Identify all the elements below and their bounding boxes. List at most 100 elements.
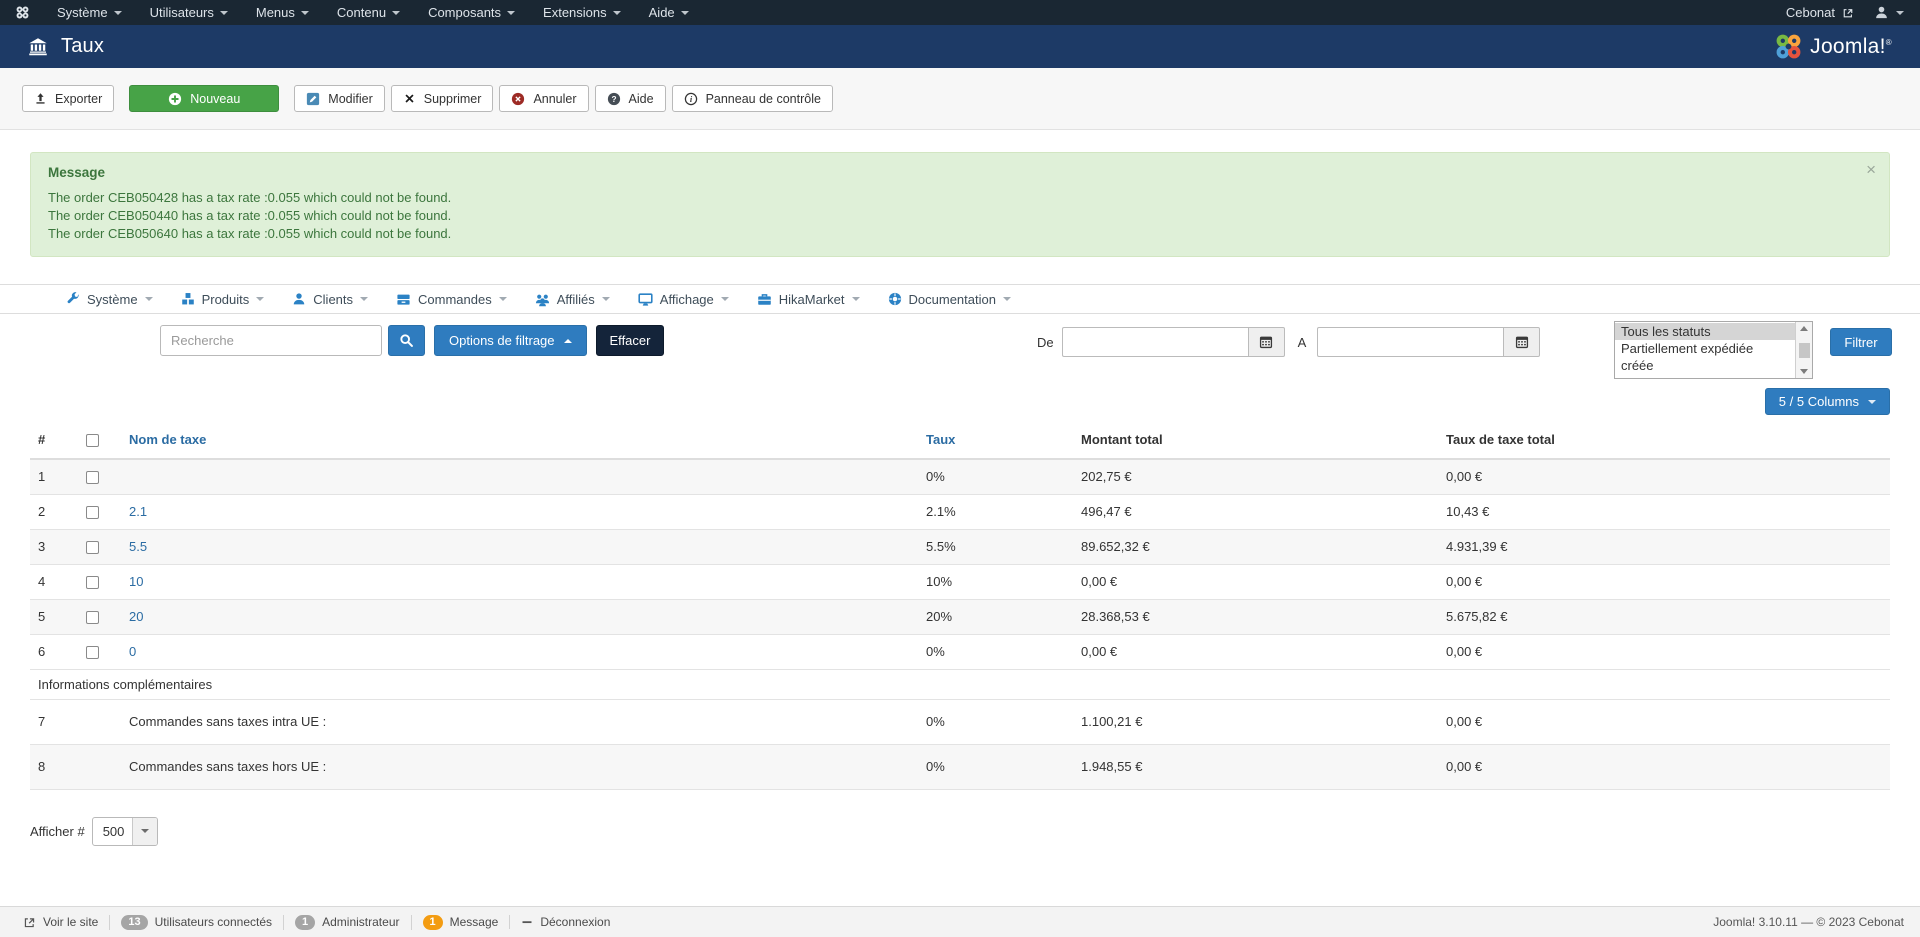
export-button[interactable]: Exporter	[22, 85, 114, 112]
date-from-input[interactable]	[1062, 327, 1248, 357]
page-title: Taux	[61, 35, 104, 58]
row-num: 1	[30, 459, 78, 494]
topnav-aide[interactable]: Aide	[635, 0, 703, 25]
scroll-up-icon[interactable]	[1800, 326, 1808, 331]
chevron-down-icon	[852, 297, 860, 301]
topnav-systeme[interactable]: Système	[43, 0, 136, 25]
tax-rate: 0%	[918, 744, 1073, 789]
search-button[interactable]	[388, 325, 425, 356]
topnav-composants[interactable]: Composants	[414, 0, 529, 25]
filter-button[interactable]: Filtrer	[1830, 328, 1892, 356]
menu-systeme[interactable]: Système	[52, 292, 167, 307]
amount-total: 496,47 €	[1073, 494, 1438, 529]
view-site-link[interactable]: Voir le site	[12, 915, 109, 929]
menu-hikamarket[interactable]: HikaMarket	[743, 292, 874, 307]
plus-circle-icon	[168, 92, 182, 106]
columns-button[interactable]: 5 / 5 Columns	[1765, 388, 1890, 415]
menu-documentation[interactable]: Documentation	[874, 292, 1025, 307]
edit-button[interactable]: Modifier	[294, 85, 384, 112]
row-num: 6	[30, 634, 78, 669]
row-checkbox[interactable]	[86, 506, 99, 519]
message-count-badge: 1	[423, 915, 443, 930]
menu-affichage[interactable]: Affichage	[624, 292, 743, 307]
limit-select[interactable]: 500	[92, 817, 158, 846]
date-to-input[interactable]	[1317, 327, 1503, 357]
tax-total: 5.675,82 €	[1438, 599, 1890, 634]
tax-name-link[interactable]: 2.1	[129, 504, 147, 519]
status-option[interactable]: créée	[1615, 357, 1795, 374]
menu-label: Produits	[202, 292, 250, 307]
menu-clients[interactable]: Clients	[278, 292, 382, 307]
section-label: Informations complémentaires	[30, 669, 1890, 699]
date-to-calendar-button[interactable]	[1503, 327, 1540, 357]
export-icon	[34, 92, 47, 105]
menu-affilies[interactable]: Affiliés	[521, 292, 624, 307]
menu-label: Documentation	[909, 292, 996, 307]
chevron-down-icon	[1896, 11, 1904, 15]
row-checkbox[interactable]	[86, 471, 99, 484]
scroll-down-icon[interactable]	[1800, 369, 1808, 374]
filter-options-button[interactable]: Options de filtrage	[434, 325, 587, 356]
edit-label: Modifier	[328, 92, 372, 106]
status-listbox[interactable]: Tous les statuts Partiellement expédiée …	[1614, 321, 1813, 379]
control-panel-button[interactable]: i Panneau de contrôle	[672, 85, 833, 112]
delete-button[interactable]: Supprimer	[391, 85, 494, 112]
status-option[interactable]: Tous les statuts	[1615, 323, 1795, 340]
chevron-down-icon	[1003, 297, 1011, 301]
cancel-button[interactable]: Annuler	[499, 85, 588, 112]
tax-name-link[interactable]: 20	[129, 609, 143, 624]
row-checkbox[interactable]	[86, 611, 99, 624]
sort-name-link[interactable]: Nom de taxe	[129, 432, 206, 447]
tax-name-link[interactable]: 10	[129, 574, 143, 589]
x-circle-icon	[511, 92, 525, 106]
date-from-label: De	[1037, 335, 1054, 350]
chevron-down-icon	[602, 297, 610, 301]
tax-name-link[interactable]: 5.5	[129, 539, 147, 554]
col-header-rate: Taux	[918, 427, 1073, 459]
topnav-label: Menus	[256, 5, 295, 20]
row-checkbox[interactable]	[86, 576, 99, 589]
menu-label: Affiliés	[557, 292, 595, 307]
columns-label: 5 / 5 Columns	[1779, 394, 1859, 409]
topnav-extensions[interactable]: Extensions	[529, 0, 635, 25]
row-checkbox[interactable]	[86, 646, 99, 659]
search-input[interactable]	[160, 325, 382, 356]
new-button[interactable]: Nouveau	[129, 85, 279, 112]
tax-name-link[interactable]: 0	[129, 644, 136, 659]
info-circle-icon: i	[684, 92, 698, 106]
search-icon	[399, 333, 414, 348]
menu-commandes[interactable]: Commandes	[382, 292, 521, 307]
sort-rate-link[interactable]: Taux	[926, 432, 955, 447]
chevron-down-icon	[392, 11, 400, 15]
user-icon	[292, 292, 306, 306]
row-checkbox[interactable]	[86, 541, 99, 554]
logout-link[interactable]: Déconnexion	[509, 915, 621, 929]
scroll-thumb[interactable]	[1799, 343, 1810, 358]
status-option[interactable]: Partiellement expédiée	[1615, 340, 1795, 357]
listbox-scrollbar[interactable]	[1795, 322, 1812, 378]
admin-users-link[interactable]: 1 Administrateur	[283, 915, 411, 930]
topnav-contenu[interactable]: Contenu	[323, 0, 414, 25]
tax-rate: 10%	[918, 564, 1073, 599]
close-icon[interactable]: ×	[1866, 161, 1876, 178]
version-text: Joomla! 3.10.11 — © 2023 Cebonat	[1713, 915, 1908, 929]
topnav-menus[interactable]: Menus	[242, 0, 323, 25]
messages-link[interactable]: 1 Message	[411, 915, 510, 930]
tax-rate: 0%	[918, 699, 1073, 744]
logged-users-link[interactable]: 13 Utilisateurs connectés	[109, 915, 283, 930]
menu-produits[interactable]: Produits	[167, 292, 279, 307]
clear-button[interactable]: Effacer	[596, 325, 665, 356]
site-preview-link[interactable]: Cebonat	[1786, 5, 1854, 20]
cash-box-icon	[396, 292, 411, 307]
message-line: The order CEB050640 has a tax rate :0.05…	[48, 225, 1872, 243]
select-all-checkbox[interactable]	[86, 434, 99, 447]
user-menu[interactable]	[1874, 5, 1904, 20]
users-count-badge: 13	[121, 915, 147, 930]
messages-label: Message	[450, 915, 499, 929]
message-line: The order CEB050428 has a tax rate :0.05…	[48, 189, 1872, 207]
topnav-utilisateurs[interactable]: Utilisateurs	[136, 0, 242, 25]
col-header-name: Nom de taxe	[124, 427, 918, 459]
help-button[interactable]: ? Aide	[595, 85, 666, 112]
date-from-calendar-button[interactable]	[1248, 327, 1285, 357]
users-icon	[535, 292, 550, 307]
